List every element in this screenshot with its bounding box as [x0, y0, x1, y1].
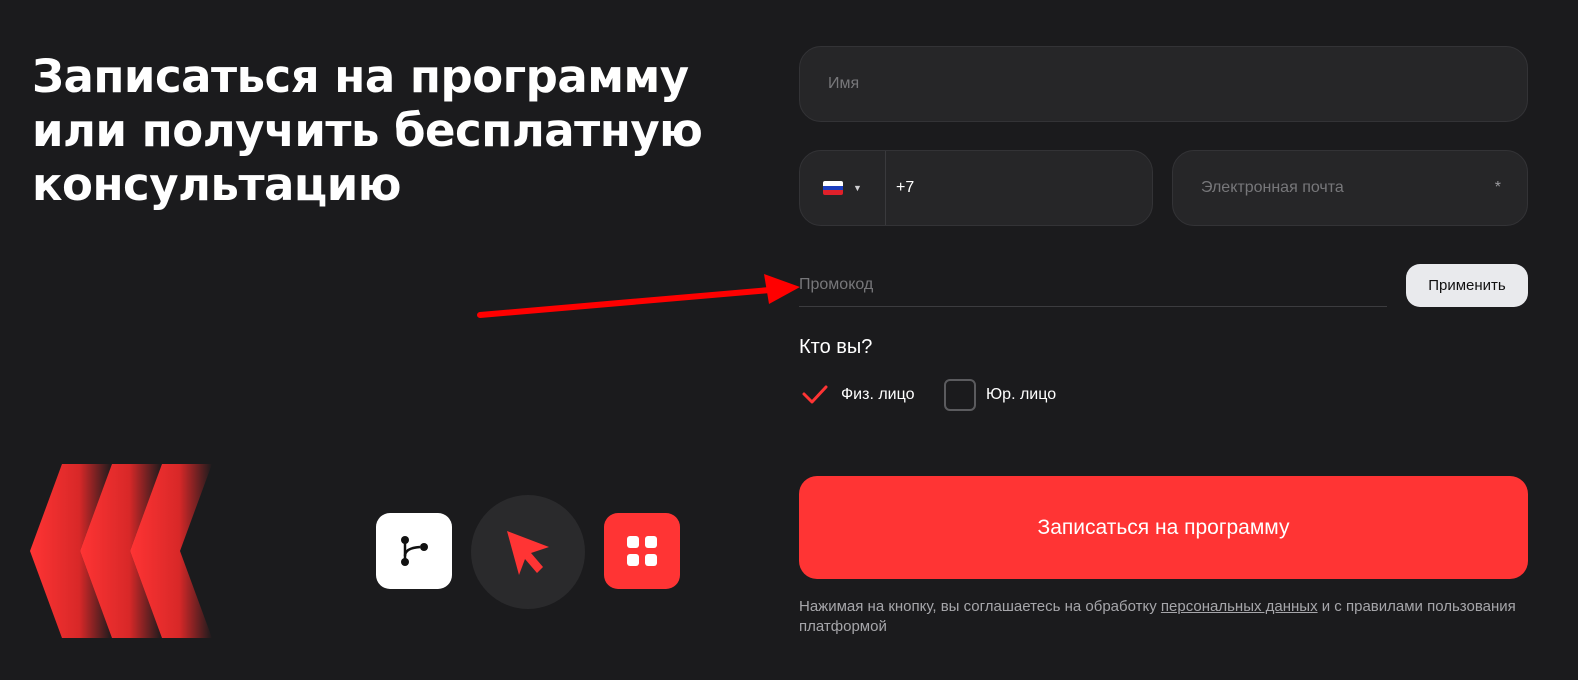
branch-icon: [401, 536, 428, 566]
cursor-icon: [507, 531, 549, 575]
personal-data-link[interactable]: персональных данных: [1161, 598, 1318, 615]
checkbox[interactable]: [944, 379, 976, 411]
grid-icon: [627, 536, 657, 566]
checkmark-icon[interactable]: [799, 379, 831, 411]
flag-russia-icon: [823, 181, 844, 195]
grid-feature-tile: [604, 513, 680, 589]
cursor-feature-tile: [471, 495, 585, 609]
email-field-wrapper: *: [1172, 150, 1528, 226]
phone-input[interactable]: +7: [886, 179, 914, 197]
consent-text: Нажимая на кнопку, вы соглашаетесь на об…: [799, 597, 1528, 637]
promo-field-wrapper: [799, 264, 1387, 307]
option-legal-entity[interactable]: Юр. лицо: [944, 378, 1056, 412]
signup-page: Записаться на программу или получить бес…: [0, 0, 1578, 680]
name-input[interactable]: [828, 47, 1499, 121]
page-title: Записаться на программу или получить бес…: [32, 50, 703, 211]
promo-input[interactable]: [799, 276, 1387, 294]
apply-promo-button[interactable]: Применить: [1406, 264, 1528, 307]
required-mark: *: [1494, 179, 1501, 196]
consent-text-before: Нажимая на кнопку, вы соглашаетесь на об…: [799, 598, 1161, 615]
email-input[interactable]: [1201, 151, 1499, 225]
chevron-down-icon: ▼: [853, 183, 862, 193]
option-individual-label: Физ. лицо: [841, 386, 915, 403]
country-select[interactable]: ▼: [800, 151, 886, 225]
branch-feature-tile: [376, 513, 452, 589]
name-field-wrapper: [799, 46, 1528, 122]
option-legal-entity-label: Юр. лицо: [986, 386, 1057, 403]
phone-field-wrapper: ▼ +7: [799, 150, 1153, 226]
annotation-arrow-icon: [477, 274, 800, 318]
chevrons-decoration-icon: [30, 464, 212, 638]
submit-button[interactable]: Записаться на программу: [799, 476, 1528, 579]
who-are-you-title: Кто вы?: [799, 336, 873, 358]
option-individual[interactable]: Физ. лицо: [799, 378, 914, 412]
